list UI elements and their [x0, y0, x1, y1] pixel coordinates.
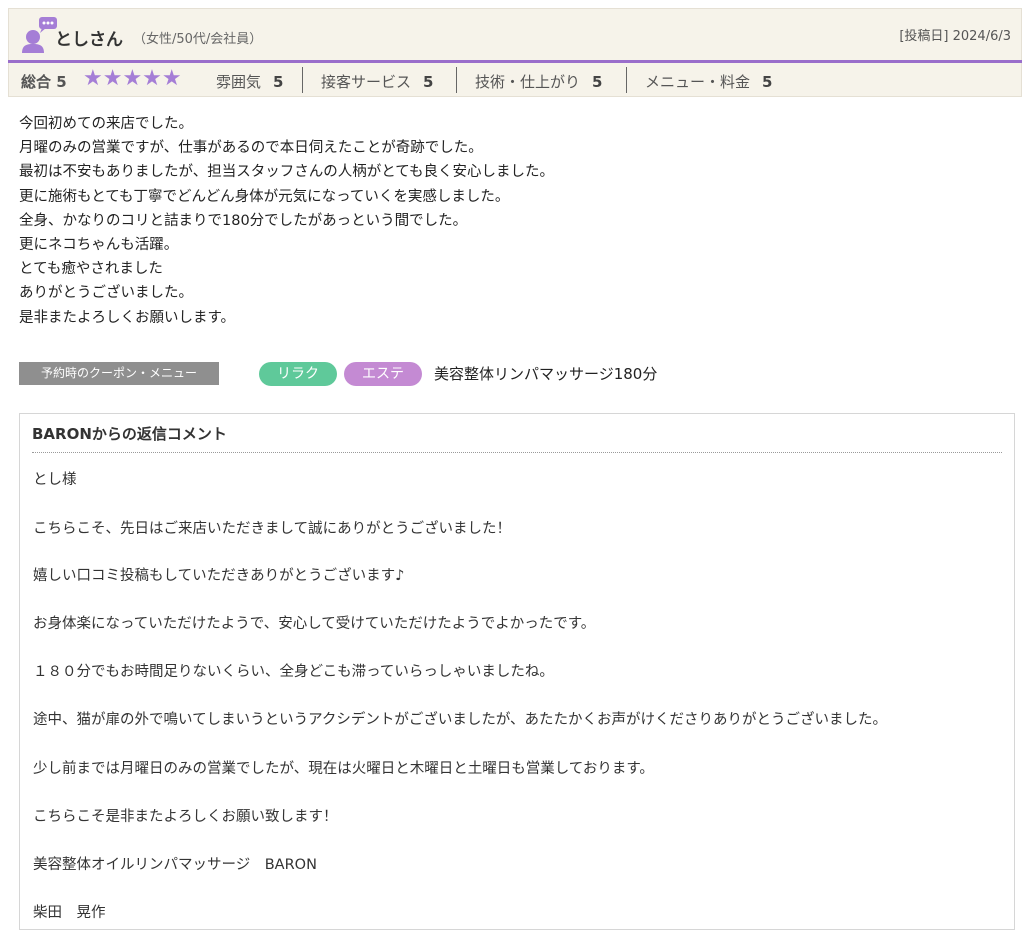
rating-label: 接客サービス: [321, 73, 412, 91]
rating-label: 技術・仕上がり: [475, 73, 581, 91]
reviewer-name: としさん: [55, 30, 123, 50]
rating-bar: 総合 5 ★★★★★ 雰囲気 5 接客サービス 5 技術・仕上がり 5 メニュー・料金…: [8, 63, 1022, 97]
owner-reply: BARONからの返信コメント とし様 こちらこそ、先日はご来店いただきまして誠に…: [19, 413, 1015, 930]
rating-atmosphere: 雰囲気 5: [216, 71, 283, 92]
rating-value: 5: [592, 73, 603, 91]
reply-line: 少し前までは月曜日のみの営業でしたが、現在は火曜日と木曜日と土曜日も営業しており…: [33, 761, 654, 777]
reply-line: 嬉しい口コミ投稿もしていただきありがとうございます♪: [33, 568, 405, 584]
rating-menu-price: メニュー・料金 5: [645, 71, 772, 92]
review-header: としさん （女性/50代/会社員） [投稿日] 2024/6/3: [8, 8, 1022, 60]
post-date: [投稿日] 2024/6/3: [899, 29, 1011, 44]
review-card: としさん （女性/50代/会社員） [投稿日] 2024/6/3 総合 5 ★★…: [0, 0, 1024, 935]
rating-value: 5: [762, 73, 773, 91]
reply-divider: [32, 452, 1002, 453]
reviewer-profile: （女性/50代/会社員）: [133, 32, 263, 47]
review-line: 全身、かなりのコリと詰まりで180分でしたがあっという間でした。: [19, 212, 468, 229]
coupon-label: 予約時のクーポン・メニュー: [19, 362, 219, 385]
review-line: 更に施術もとても丁寧でどんどん身体が元気になっていくを実感しました。: [19, 188, 510, 205]
rating-separator: [302, 67, 303, 93]
review-body: 今回初めての来店でした。 月曜のみの営業ですが、仕事があるので本日伺えたことが奇…: [19, 112, 1009, 330]
review-line: 今回初めての来店でした。: [19, 116, 193, 132]
category-tag-relax: リラク: [259, 362, 337, 386]
rating-value: 5: [423, 73, 434, 91]
reply-line: こちらこそ、先日はご来店いただきまして誠にありがとうございました！: [33, 521, 512, 537]
review-line: 更にネコちゃんも活躍。: [19, 237, 179, 254]
reply-line: 美容整体オイルリンパマッサージ BARON: [33, 857, 317, 873]
rating-separator: [456, 67, 457, 93]
rating-separator: [626, 67, 627, 93]
user-comment-icon: [22, 17, 57, 53]
star-rating-icon: ★★★★★: [83, 66, 182, 91]
reply-line: １８０分でもお時間足りないくらい、全身どこも滞っていらっしゃいましたね。: [33, 664, 554, 680]
category-tag-este: エステ: [344, 362, 422, 386]
reply-line: 途中、猫が扉の外で鳴いてしまいうというアクシデントがございましたが、あたたかくお…: [33, 712, 888, 728]
reply-line: 柴田 晃作: [33, 905, 106, 921]
rating-label: 雰囲気: [216, 73, 262, 91]
rating-label: メニュー・料金: [645, 73, 751, 91]
reply-line: こちらこそ是非またよろしくお願い致します！: [33, 809, 338, 825]
coupon-menu-name: 美容整体リンパマッサージ180分: [434, 365, 658, 383]
review-line: 最初は不安もありましたが、担当スタッフさんの人柄がとても良く安心しました。: [19, 164, 555, 181]
review-line: 月曜のみの営業ですが、仕事があるので本日伺えたことが奇跡でした。: [19, 140, 483, 157]
overall-rating: 総合 5: [21, 73, 67, 91]
reply-title: BARONからの返信コメント: [32, 425, 227, 443]
rating-service: 接客サービス 5: [321, 71, 433, 92]
rating-value: 5: [273, 73, 284, 91]
rating-technique: 技術・仕上がり 5: [475, 71, 602, 92]
reply-line: とし様: [33, 472, 77, 488]
review-line: とても癒やされました: [19, 261, 163, 278]
reply-line: お身体楽になっていただけたようで、安心して受けていただけたようでよかったです。: [33, 616, 596, 632]
review-line: 是非またよろしくお願いします。: [19, 309, 236, 326]
review-line: ありがとうございました。: [19, 285, 193, 302]
